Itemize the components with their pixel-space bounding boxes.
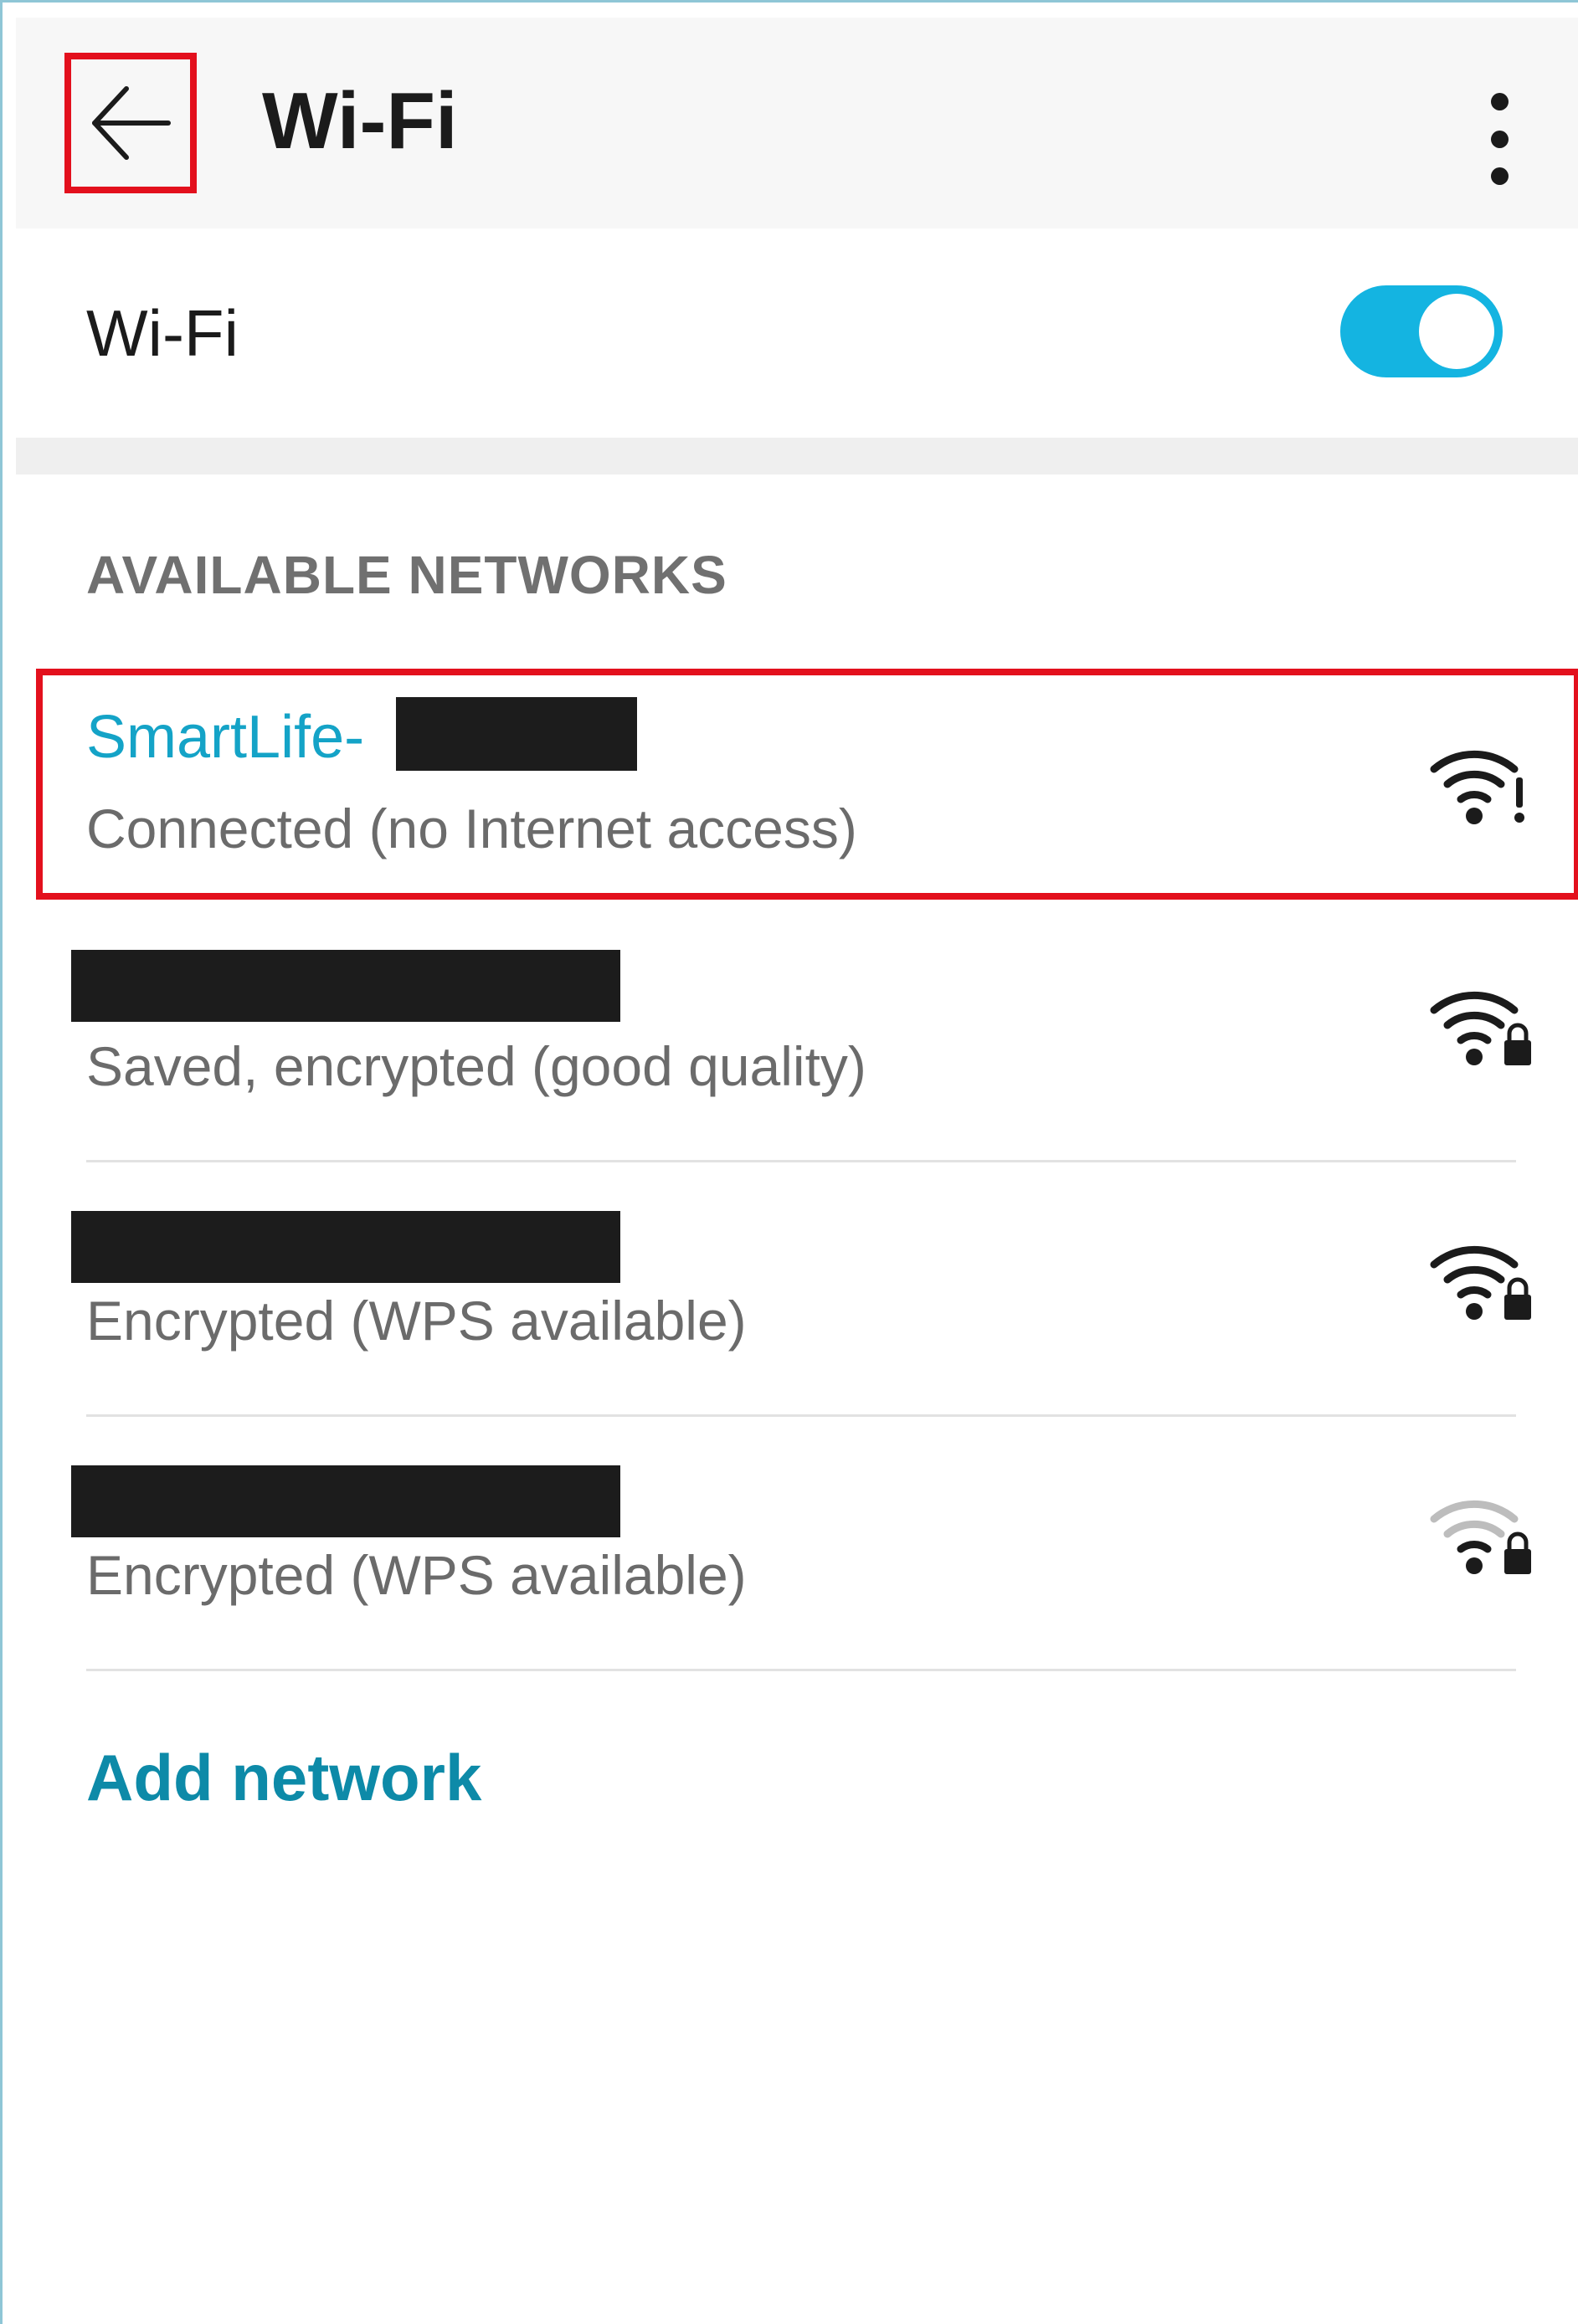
arrow-left-icon	[92, 86, 171, 160]
network-row[interactable]: SmartLife- Connected (no Internet access…	[16, 672, 1578, 896]
network-status: Encrypted (WPS available)	[86, 1290, 747, 1352]
wifi-toggle-switch[interactable]	[1340, 285, 1503, 377]
app-bar: Wi-Fi	[16, 18, 1578, 228]
back-button[interactable]	[64, 53, 197, 193]
divider	[86, 1669, 1516, 1671]
wifi-lock-icon	[1430, 1245, 1531, 1320]
wifi-alert-icon	[1430, 750, 1524, 824]
wifi-toggle-label: Wi-Fi	[86, 296, 239, 370]
network-ssid: SmartLife-	[86, 704, 365, 771]
network-row[interactable]: Encrypted (WPS available)	[16, 1417, 1578, 1671]
redacted-ssid	[71, 1211, 620, 1283]
more-vertical-icon[interactable]	[1483, 93, 1516, 185]
wifi-settings-screen: Wi-Fi Wi-Fi AVAILABLE NETWORKS SmartLife…	[0, 0, 1578, 2324]
network-status: Encrypted (WPS available)	[86, 1544, 747, 1606]
wifi-lock-icon	[1430, 991, 1531, 1065]
redacted-ssid	[71, 950, 620, 1022]
wifi-lock-weak-icon	[1430, 1500, 1531, 1574]
network-status: Connected (no Internet access)	[86, 798, 857, 859]
section-separator	[16, 438, 1578, 475]
redacted-ssid	[396, 697, 637, 771]
redacted-ssid	[71, 1465, 620, 1537]
network-row[interactable]: Encrypted (WPS available)	[16, 1162, 1578, 1417]
network-row[interactable]: Saved, encrypted (good quality)	[16, 908, 1578, 1162]
add-network-button[interactable]: Add network	[86, 1745, 481, 1810]
page-title: Wi-Fi	[262, 76, 458, 166]
toggle-knob	[1419, 294, 1494, 369]
wifi-toggle-row[interactable]: Wi-Fi	[16, 228, 1578, 438]
available-networks-header: AVAILABLE NETWORKS	[86, 545, 727, 605]
network-status: Saved, encrypted (good quality)	[86, 1035, 866, 1097]
